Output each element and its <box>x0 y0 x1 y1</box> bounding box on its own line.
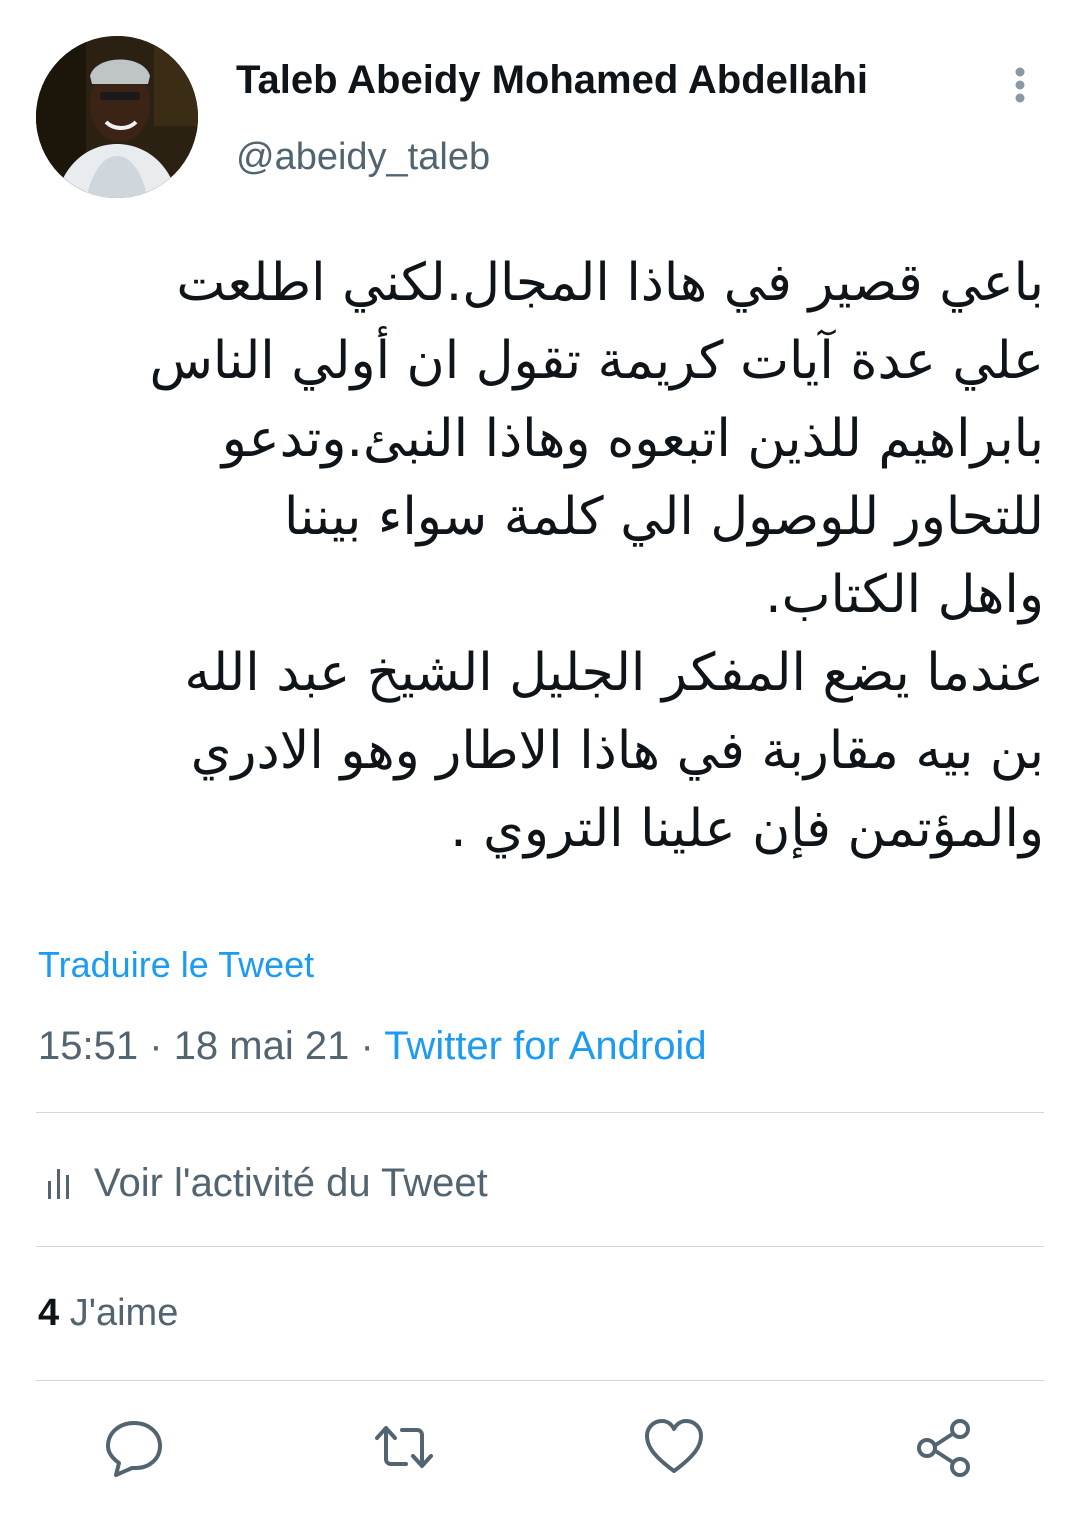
tweet-text-line: والمؤتمن فإن علينا التروي . <box>450 799 1044 859</box>
tweet-text-line: واهل الكتاب. <box>765 565 1044 625</box>
tweet-source-link[interactable]: Twitter for Android <box>384 1024 706 1068</box>
likes-label: J'aime <box>69 1292 179 1334</box>
divider <box>36 1112 1044 1113</box>
tweet-metadata: 15:51 · 18 mai 21 · Twitter for Android <box>38 1024 707 1069</box>
tweet-text-line: علي عدة آيات كريمة تقول ان أولي الناس <box>149 331 1044 391</box>
tweet-date: 18 mai 21 <box>173 1024 350 1068</box>
tweet-text-line: عندما يضع المفكر الجليل الشيخ عبد الله <box>184 643 1044 703</box>
tweet-text-line: باعي قصير في هاذا المجال.لكني اطلعت <box>176 253 1044 313</box>
heart-icon <box>645 1419 703 1473</box>
activity-label: Voir l'activité du Tweet <box>94 1160 488 1205</box>
translate-tweet-link[interactable]: Traduire le Tweet <box>38 944 314 986</box>
share-nodes-icon <box>917 1419 970 1477</box>
meta-separator: · <box>149 1024 163 1068</box>
tweet-text: باعي قصير في هاذا المجال.لكني اطلعت علي … <box>80 244 1044 868</box>
share-button[interactable] <box>912 1415 976 1479</box>
more-options-icon[interactable] <box>1004 64 1036 108</box>
tweet-text-line: بابراهيم للذين اتبعوه وهاذا النبئ.وتدعو <box>221 409 1044 469</box>
author-display-name[interactable]: Taleb Abeidy Mohamed Abdellahi <box>236 58 868 103</box>
avatar[interactable] <box>36 36 198 198</box>
tweet-text-line: للتحاور للوصول الي كلمة سواء بيننا <box>283 487 1044 547</box>
tweet-text-line: بن بيه مقاربة في هاذا الاطار وهو الادري <box>190 721 1044 781</box>
likes-count-link[interactable]: 4 J'aime <box>38 1292 178 1335</box>
speech-bubble-icon <box>106 1421 162 1477</box>
divider <box>36 1380 1044 1381</box>
meta-separator: · <box>360 1024 374 1068</box>
like-button[interactable] <box>642 1415 706 1479</box>
reply-button[interactable] <box>102 1415 166 1479</box>
tweet-time: 15:51 <box>38 1024 139 1068</box>
retweet-button[interactable] <box>372 1415 436 1479</box>
likes-count: 4 <box>38 1292 60 1334</box>
retweet-arrows-icon <box>375 1426 433 1468</box>
author-handle[interactable]: @abeidy_taleb <box>236 136 490 179</box>
bar-chart-icon <box>40 1163 80 1203</box>
view-tweet-activity-button[interactable]: Voir l'activité du Tweet <box>40 1158 488 1208</box>
divider <box>36 1246 1044 1247</box>
